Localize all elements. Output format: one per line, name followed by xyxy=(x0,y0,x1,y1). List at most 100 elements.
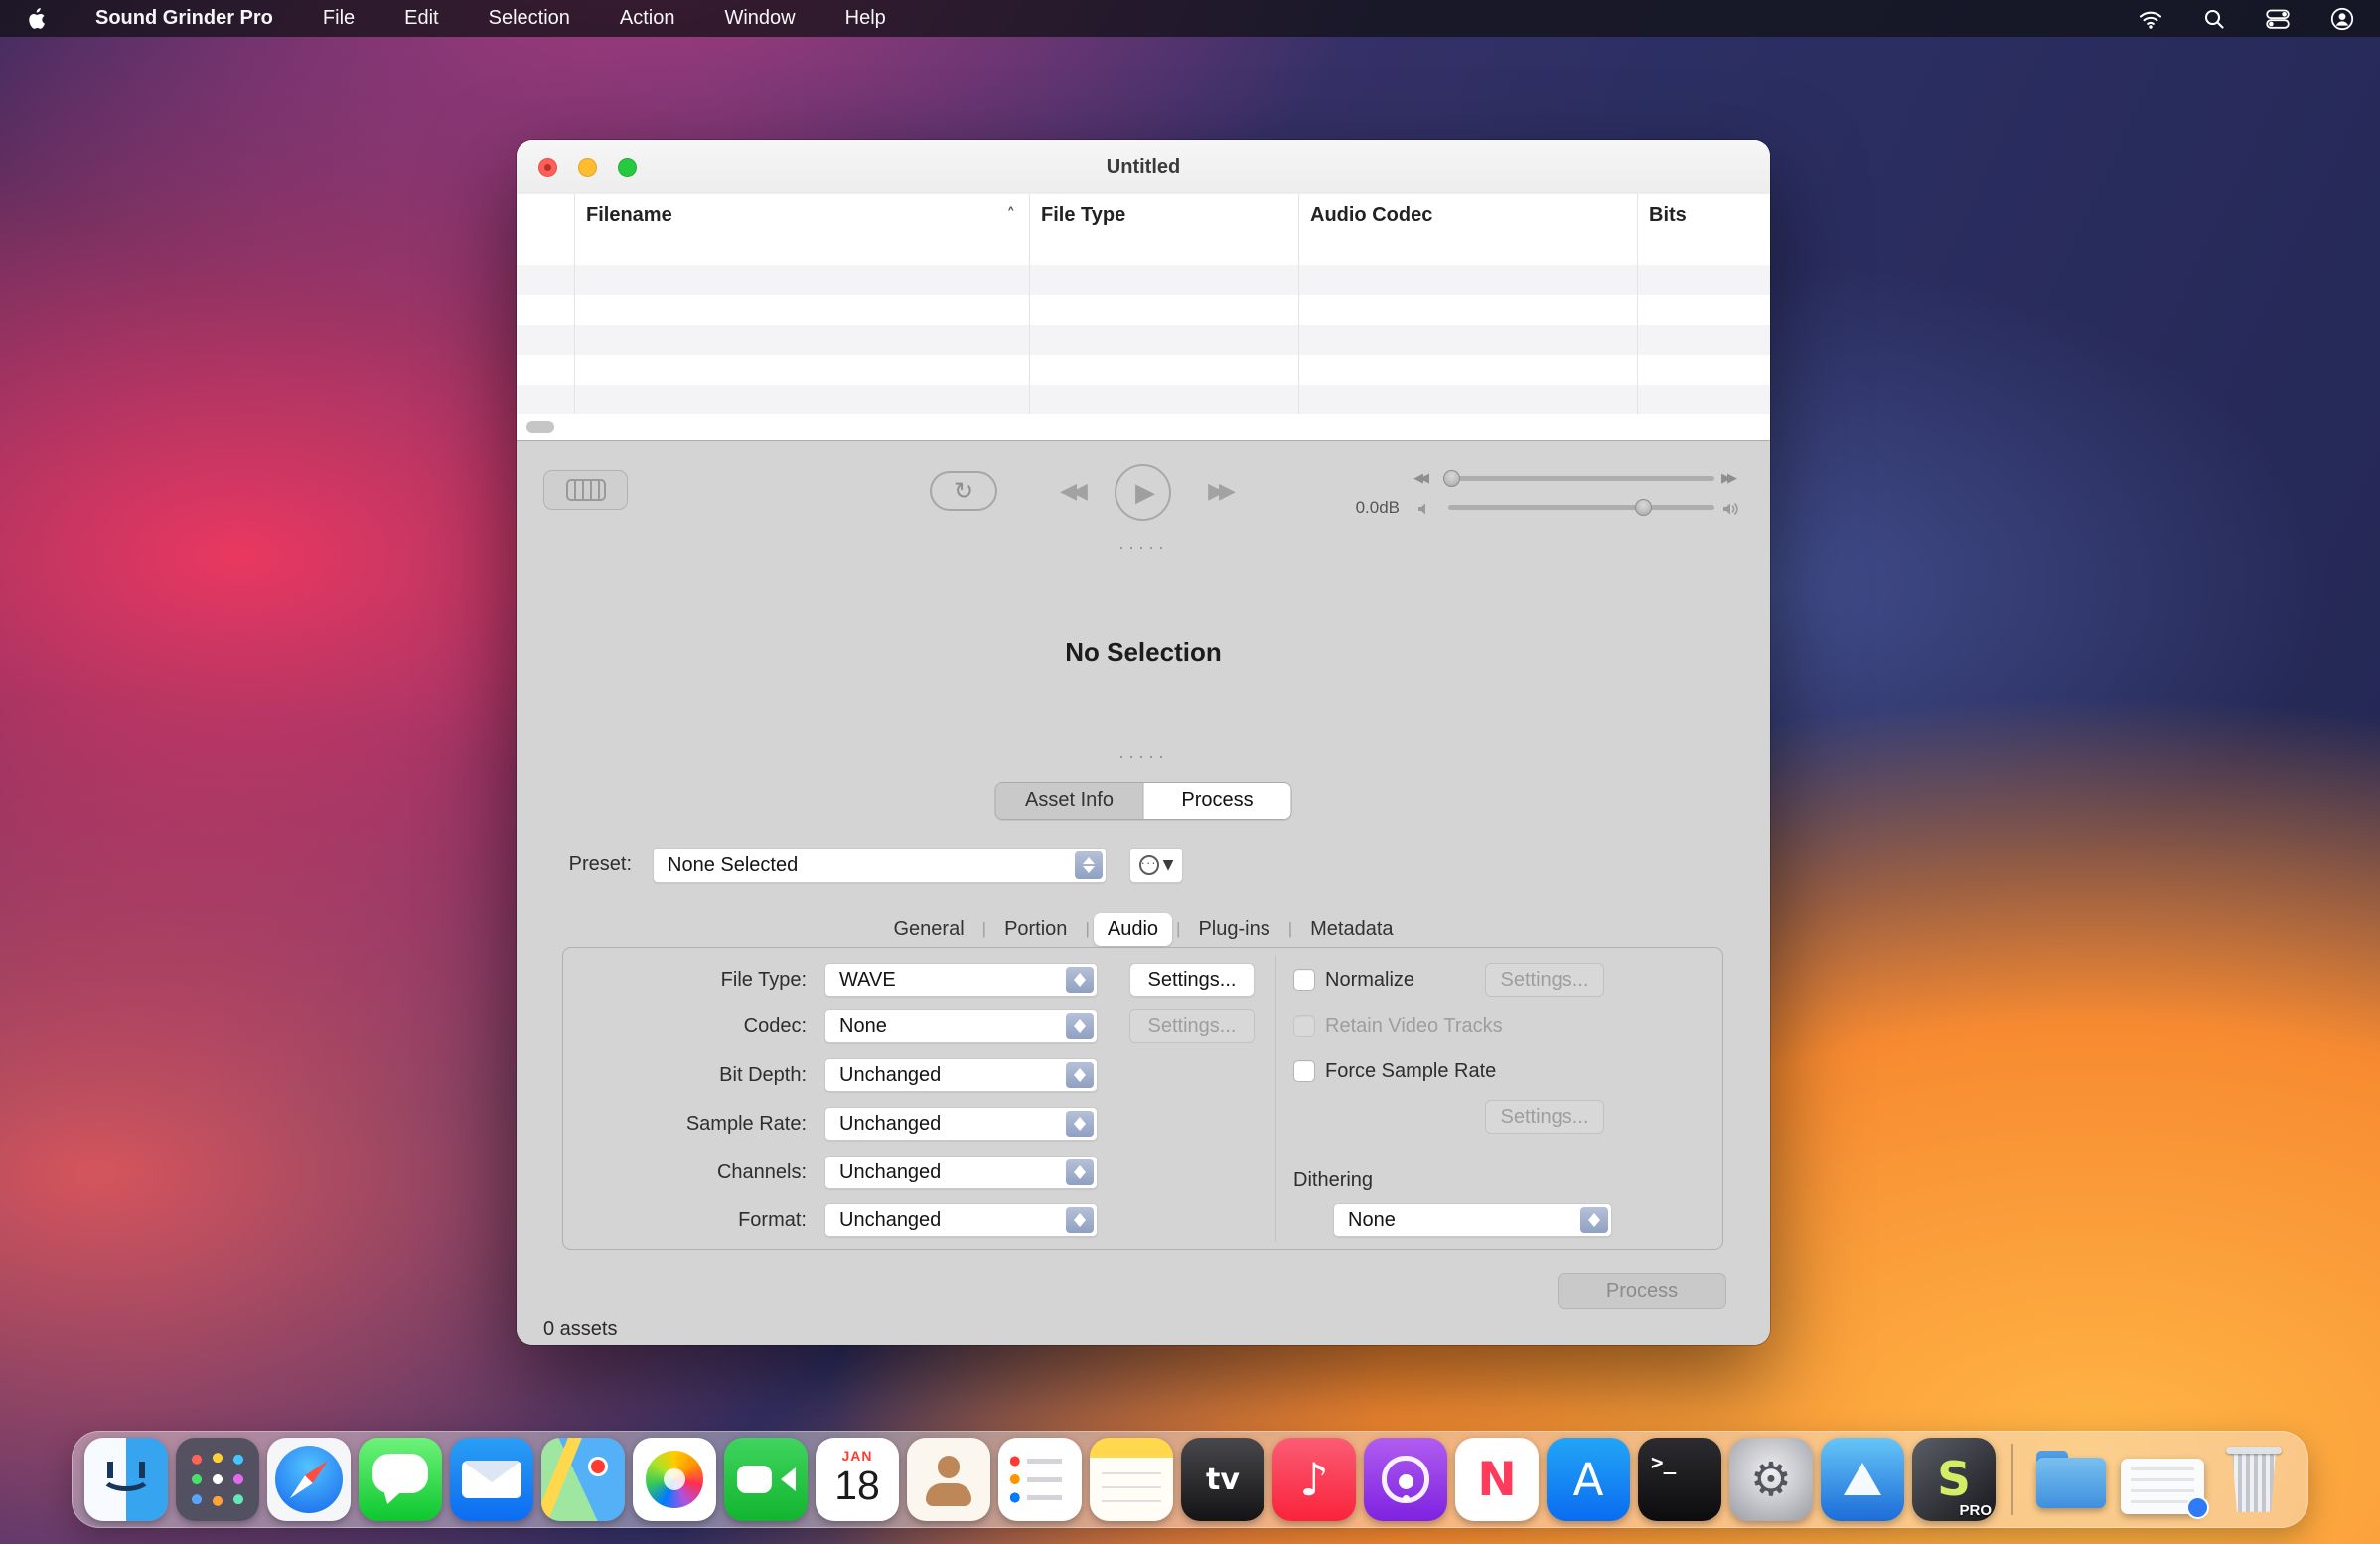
dithering-popup[interactable]: None xyxy=(1333,1203,1612,1237)
preset-action-menu-button[interactable]: ··· ▼ xyxy=(1129,848,1183,883)
window-title: Untitled xyxy=(517,140,1770,194)
downloads-icon[interactable] xyxy=(2029,1434,2113,1525)
contacts-tile xyxy=(907,1438,990,1521)
title-bar[interactable]: Untitled xyxy=(517,140,1770,195)
appstore-icon[interactable]: A xyxy=(1547,1434,1630,1525)
subtab-audio[interactable]: Audio xyxy=(1094,913,1172,946)
podcasts-icon[interactable] xyxy=(1364,1434,1447,1525)
menu-action[interactable]: Action xyxy=(620,7,675,30)
file-type-settings-button[interactable]: Settings... xyxy=(1129,963,1255,997)
fast-forward-button[interactable]: ▶▶ xyxy=(1190,474,1248,510)
subtab-separator: | xyxy=(1176,919,1180,939)
search-icon[interactable] xyxy=(2203,8,2225,30)
blue-app-tile xyxy=(1821,1438,1904,1521)
calendar-icon[interactable]: JAN18 xyxy=(816,1434,899,1525)
calendar-month-label: JAN xyxy=(816,1448,899,1464)
news-glyph: N xyxy=(1455,1438,1539,1521)
menu-help[interactable]: Help xyxy=(845,7,886,30)
file-list-body[interactable] xyxy=(517,235,1770,414)
splitter-handle[interactable]: ····· xyxy=(517,541,1770,553)
system-preferences-icon[interactable]: ⚙ xyxy=(1729,1434,1813,1525)
messages-icon[interactable] xyxy=(359,1434,442,1525)
force-sample-rate-checkbox[interactable] xyxy=(1293,1060,1315,1082)
position-slider-knob[interactable] xyxy=(1443,470,1460,487)
system-preferences-glyph: ⚙ xyxy=(1729,1438,1813,1521)
subtab-metadata[interactable]: Metadata xyxy=(1296,913,1407,946)
subtab-plugins[interactable]: Plug-ins xyxy=(1184,913,1283,946)
reminders-icon[interactable] xyxy=(998,1434,1082,1525)
facetime-icon[interactable] xyxy=(724,1434,808,1525)
file-type-popup[interactable]: WAVE xyxy=(824,963,1098,997)
file-type-label: File Type: xyxy=(548,963,807,997)
control-center-icon[interactable] xyxy=(2265,8,2291,30)
subtab-separator: | xyxy=(1288,919,1292,939)
user-icon[interactable] xyxy=(2330,7,2354,31)
trim-tool-button[interactable] xyxy=(543,470,628,510)
minimized-window-icon[interactable] xyxy=(2121,1434,2204,1525)
volume-slider[interactable] xyxy=(1448,505,1714,510)
finder-icon[interactable] xyxy=(84,1434,168,1525)
column-header-filetype[interactable]: File Type xyxy=(1029,194,1298,235)
bit-depth-label: Bit Depth: xyxy=(548,1058,807,1092)
column-header-icon[interactable] xyxy=(517,194,574,235)
trash-icon[interactable] xyxy=(2212,1434,2296,1525)
wifi-icon[interactable] xyxy=(2138,8,2163,30)
subtab-portion[interactable]: Portion xyxy=(990,913,1081,946)
channels-popup[interactable]: Unchanged xyxy=(824,1156,1098,1189)
music-icon[interactable]: ♪ xyxy=(1272,1434,1356,1525)
blue-app-icon[interactable] xyxy=(1821,1434,1904,1525)
codec-popup[interactable]: None xyxy=(824,1009,1098,1043)
news-tile: N xyxy=(1455,1438,1539,1521)
codec-value: None xyxy=(839,1015,887,1038)
seek-forward-icon[interactable]: ▶▶ xyxy=(1721,470,1733,488)
rewind-button[interactable]: ◀◀ xyxy=(1042,474,1100,510)
appletv-tile: tv xyxy=(1181,1438,1264,1521)
finder-tile xyxy=(84,1438,168,1521)
format-popup[interactable]: Unchanged xyxy=(824,1203,1098,1237)
maps-tile xyxy=(541,1438,625,1521)
mail-icon[interactable] xyxy=(450,1434,533,1525)
menu-file[interactable]: File xyxy=(323,7,355,30)
messages-tile xyxy=(359,1438,442,1521)
volume-slider-knob[interactable] xyxy=(1635,499,1652,516)
splitter-handle[interactable]: ····· xyxy=(517,750,1770,762)
apple-menu[interactable] xyxy=(26,7,46,31)
maps-icon[interactable] xyxy=(541,1434,625,1525)
news-icon[interactable]: N xyxy=(1455,1434,1539,1525)
launchpad-icon[interactable] xyxy=(176,1434,259,1525)
popup-stepper-icon xyxy=(1580,1207,1608,1233)
sound-grinder-pro-icon[interactable]: SPRO xyxy=(1912,1434,1996,1525)
contacts-icon[interactable] xyxy=(907,1434,990,1525)
subtab-separator: | xyxy=(982,919,986,939)
popup-stepper-icon xyxy=(1066,1013,1094,1039)
notes-icon[interactable] xyxy=(1090,1434,1173,1525)
preset-popup[interactable]: None Selected xyxy=(653,848,1107,883)
app-menu-title[interactable]: Sound Grinder Pro xyxy=(95,7,273,30)
column-header-audiocodec[interactable]: Audio Codec xyxy=(1298,194,1637,235)
subtab-general[interactable]: General xyxy=(879,913,977,946)
column-header-filename[interactable]: Filename ˄ xyxy=(574,194,1029,235)
tab-asset-info[interactable]: Asset Info xyxy=(996,783,1143,819)
photos-icon[interactable] xyxy=(633,1434,716,1525)
terminal-icon[interactable]: >_ xyxy=(1638,1434,1721,1525)
sample-rate-popup[interactable]: Unchanged xyxy=(824,1107,1098,1141)
appletv-icon[interactable]: tv xyxy=(1181,1434,1264,1525)
seek-back-icon[interactable]: ◀◀ xyxy=(1413,470,1425,488)
menu-window[interactable]: Window xyxy=(724,7,795,30)
menu-edit[interactable]: Edit xyxy=(404,7,438,30)
table-header: Filename ˄ File Type Audio Codec Bits xyxy=(517,194,1770,236)
tab-process[interactable]: Process xyxy=(1143,783,1291,819)
loop-button[interactable]: ↻ xyxy=(930,471,997,511)
play-button[interactable]: ▶ xyxy=(1115,464,1171,521)
normalize-settings-button: Settings... xyxy=(1485,963,1604,997)
horizontal-scrollbar[interactable] xyxy=(517,414,1770,440)
position-slider[interactable] xyxy=(1448,476,1714,481)
scrollbar-thumb[interactable] xyxy=(526,421,554,433)
music-glyph: ♪ xyxy=(1272,1438,1356,1521)
safari-icon[interactable] xyxy=(267,1434,351,1525)
bit-depth-popup[interactable]: Unchanged xyxy=(824,1058,1098,1092)
column-header-bits[interactable]: Bits xyxy=(1637,194,1770,235)
process-sub-tab-bar: General | Portion | Audio | Plug-ins | M… xyxy=(517,911,1770,947)
normalize-checkbox[interactable] xyxy=(1293,969,1315,991)
menu-selection[interactable]: Selection xyxy=(489,7,570,30)
